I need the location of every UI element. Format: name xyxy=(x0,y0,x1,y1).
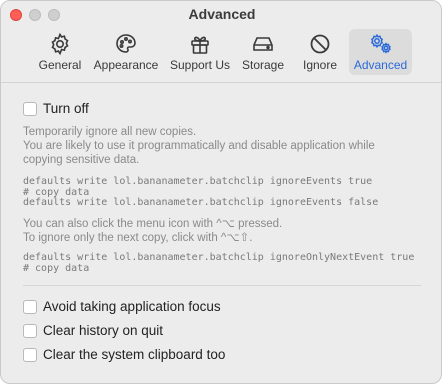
description-line-1: Temporarily ignore all new copies. xyxy=(23,126,197,138)
clear-clipboard-label: Clear the system clipboard too xyxy=(43,347,226,362)
menu-hint-line-2: To ignore only the next copy, click with… xyxy=(23,232,253,244)
gears-icon xyxy=(368,32,394,56)
window-title: Advanced xyxy=(188,6,256,22)
code-line: defaults write lol.bananameter.batchclip… xyxy=(23,197,379,208)
tab-ignore[interactable]: Ignore xyxy=(297,29,343,75)
tab-support-us-label: Support Us xyxy=(169,58,231,72)
menu-hint-line-1: You can also click the menu icon with ^⌥… xyxy=(23,218,283,230)
storage-drive-icon xyxy=(250,32,276,56)
tab-appearance-label: Appearance xyxy=(93,58,159,72)
preferences-window: Advanced General Appearance Support Us S… xyxy=(0,0,442,384)
tab-advanced-label: Advanced xyxy=(353,58,408,72)
code-line: defaults write lol.bananameter.batchclip… xyxy=(23,252,415,263)
clear-clipboard-option[interactable]: Clear the system clipboard too xyxy=(23,347,225,362)
avoid-focus-option[interactable]: Avoid taking application focus xyxy=(23,299,221,314)
section-divider xyxy=(23,285,421,286)
title-bar: Advanced General Appearance Support Us S… xyxy=(1,1,441,83)
prohibited-icon xyxy=(307,32,333,56)
avoid-focus-checkbox[interactable] xyxy=(23,299,37,314)
advanced-settings-pane: Turn off Temporarily ignore all new copi… xyxy=(1,84,441,383)
gift-icon xyxy=(187,32,213,56)
tab-appearance[interactable]: Appearance xyxy=(93,29,159,75)
turn-off-checkbox[interactable] xyxy=(23,101,37,116)
tab-general-label: General xyxy=(38,58,82,72)
tab-support-us[interactable]: Support Us xyxy=(167,29,233,75)
clear-history-label: Clear history on quit xyxy=(43,323,164,338)
turn-off-label: Turn off xyxy=(43,101,89,116)
description-line-3: copying sensitive data. xyxy=(23,154,140,166)
tab-storage-label: Storage xyxy=(241,58,285,72)
turn-off-option[interactable]: Turn off xyxy=(23,101,89,116)
tab-storage[interactable]: Storage xyxy=(237,29,289,75)
palette-icon xyxy=(113,32,139,56)
code-line: defaults write lol.bananameter.batchclip… xyxy=(23,176,373,187)
avoid-focus-label: Avoid taking application focus xyxy=(43,299,221,314)
clear-clipboard-checkbox[interactable] xyxy=(23,347,37,362)
gear-icon xyxy=(47,32,73,56)
tab-general[interactable]: General xyxy=(31,29,89,75)
clear-history-checkbox[interactable] xyxy=(23,323,37,338)
description-line-2: You are likely to use it programmaticall… xyxy=(23,140,375,152)
tab-advanced[interactable]: Advanced xyxy=(349,29,412,75)
code-line: # copy data xyxy=(23,263,90,274)
clear-history-option[interactable]: Clear history on quit xyxy=(23,323,163,338)
tab-ignore-label: Ignore xyxy=(302,58,338,72)
